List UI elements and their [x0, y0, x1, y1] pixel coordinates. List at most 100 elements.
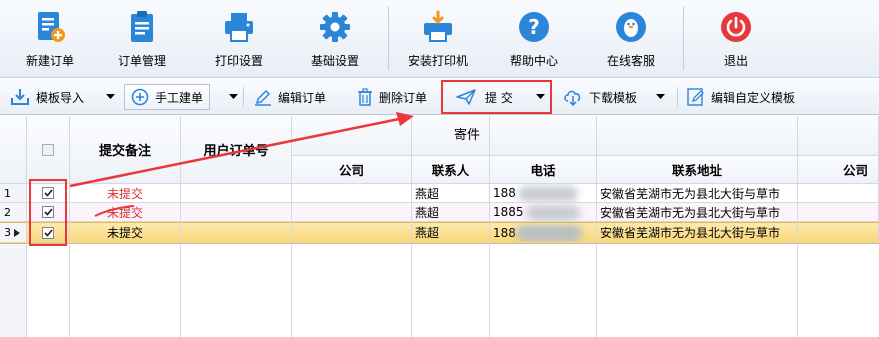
row-select-cell[interactable] — [27, 184, 70, 203]
select-all-cell[interactable] — [27, 116, 70, 184]
col-company-header[interactable]: 公司 — [292, 156, 412, 184]
help-center-button[interactable]: ? 帮助中心 — [494, 6, 574, 74]
chevron-down-icon — [228, 94, 238, 99]
download-template-dropdown[interactable] — [653, 84, 667, 110]
phone-text: 188 — [493, 186, 516, 200]
phone-text: 1885 — [493, 205, 524, 219]
col-user-order-no-header[interactable]: 用户订单号 — [181, 116, 292, 184]
col-contact-header[interactable]: 联系人 — [412, 156, 490, 184]
contact-cell[interactable]: 燕超 — [412, 223, 490, 243]
edit-order-button[interactable]: 编辑订单 — [254, 84, 326, 110]
company-cell[interactable] — [292, 223, 412, 243]
submit-button[interactable]: 提 交 — [456, 84, 513, 110]
contact-cell[interactable]: 燕超 — [412, 203, 490, 222]
contact-text: 燕超 — [415, 226, 440, 240]
grid-line — [489, 116, 490, 337]
row-checkbox[interactable] — [42, 226, 54, 239]
cloud-download-icon — [564, 90, 581, 106]
table-row-selected[interactable]: 3 未提交 燕超 188 安徽省芜湖市无为县北大街与草市 — [0, 222, 879, 244]
new-order-button[interactable]: 新建订单 — [10, 6, 90, 74]
row-header-gutter — [0, 244, 27, 337]
submit-dropdown[interactable] — [533, 84, 547, 110]
grid-line — [69, 116, 70, 337]
template-import-dropdown[interactable] — [103, 84, 117, 110]
user-order-no-cell[interactable] — [181, 203, 292, 222]
remark-cell[interactable]: 未提交 — [70, 203, 181, 222]
address-cell[interactable]: 安徽省芜湖市无为县北大街与草市 — [597, 223, 798, 243]
new-order-label: 新建订单 — [25, 54, 74, 68]
install-printer-icon — [424, 10, 452, 42]
row-checkbox[interactable] — [42, 187, 54, 199]
manual-create-label: 手工建单 — [155, 90, 204, 105]
order-manage-button[interactable]: 订单管理 — [102, 6, 182, 74]
address-cell[interactable]: 安徽省芜湖市无为县北大街与草市 — [597, 184, 798, 203]
phone-cell[interactable]: 1885 — [490, 203, 597, 222]
row-number-text: 3 — [4, 226, 11, 239]
remark-cell[interactable]: 未提交 — [70, 223, 181, 243]
submit-label: 提 交 — [485, 90, 513, 105]
contact-cell[interactable]: 燕超 — [412, 184, 490, 203]
company2-cell[interactable] — [798, 223, 879, 243]
print-settings-label: 打印设置 — [214, 54, 263, 68]
row-checkbox[interactable] — [42, 206, 54, 218]
phone-text: 188 — [493, 225, 516, 240]
ribbon-separator — [683, 6, 684, 70]
row-number: 1 — [0, 184, 27, 203]
address-text: 安徽省芜湖市无为县北大街与草市 — [600, 186, 781, 201]
edit-custom-template-label: 编辑自定义模板 — [711, 90, 796, 105]
select-all-checkbox[interactable] — [42, 143, 54, 156]
send-paper-plane-icon — [456, 89, 476, 105]
table-row[interactable]: 1 未提交 燕超 188 安徽省芜湖市无为县北大街与草市 — [0, 184, 879, 203]
user-order-no-cell[interactable] — [181, 223, 292, 243]
order-manage-label: 订单管理 — [117, 54, 166, 68]
company2-cell[interactable] — [798, 203, 879, 222]
col-user-order-no-label: 用户订单号 — [203, 144, 269, 159]
print-settings-button[interactable]: 打印设置 — [199, 6, 279, 74]
exit-button[interactable]: 退出 — [696, 6, 776, 74]
install-printer-button[interactable]: 安装打印机 — [398, 6, 478, 74]
phone-cell[interactable]: 188 — [490, 223, 597, 243]
col-address-header[interactable]: 联系地址 — [597, 156, 798, 184]
manual-create-dropdown[interactable] — [226, 84, 240, 110]
col-company2-label: 公司 — [842, 163, 868, 178]
redaction-blur — [516, 225, 582, 242]
row-select-cell[interactable] — [27, 223, 70, 243]
row-number-text: 1 — [4, 186, 11, 200]
user-order-no-cell[interactable] — [181, 184, 292, 203]
col-phone-header[interactable]: 电话 — [490, 156, 597, 184]
online-service-button[interactable]: 在线客服 — [591, 6, 671, 74]
phone-cell[interactable]: 188 — [490, 184, 597, 203]
remark-cell[interactable]: 未提交 — [70, 184, 181, 203]
manual-create-button[interactable]: 手工建单 — [124, 84, 211, 110]
col-company2-header[interactable]: 公司 — [798, 156, 879, 184]
edit-custom-template-button[interactable]: 编辑自定义模板 — [687, 84, 795, 110]
pencil-icon — [255, 89, 271, 106]
row-select-cell[interactable] — [27, 203, 70, 222]
order-grid: 提交备注 用户订单号 寄件 公司 联系人 电话 联系地址 公司 1 未提交 燕超… — [0, 116, 879, 337]
main-ribbon: 新建订单 订单管理 打印设置 基础设置 安装打印机 ? 帮助中心 在线客服 退出 — [0, 0, 879, 78]
template-import-button[interactable]: 模板导入 — [10, 84, 84, 110]
remark-text: 未提交 — [106, 186, 143, 201]
address-text: 安徽省芜湖市无为县北大街与草市 — [600, 226, 781, 240]
toolbar: 模板导入 手工建单 编辑订单 删除订单 提 交 下载模板 编辑自定义模板 — [0, 79, 879, 115]
company2-cell[interactable] — [798, 184, 879, 203]
table-row[interactable]: 2 未提交 燕超 1885 安徽省芜湖市无为县北大街与草市 — [0, 203, 879, 222]
company-cell[interactable] — [292, 203, 412, 222]
install-printer-label: 安装打印机 — [407, 54, 468, 68]
svg-text:?: ? — [528, 15, 540, 39]
redaction-blur — [518, 186, 578, 202]
col-remark-header[interactable]: 提交备注 — [70, 116, 181, 184]
col-address-label: 联系地址 — [671, 163, 722, 178]
download-template-label: 下载模板 — [589, 90, 638, 105]
exit-label: 退出 — [723, 54, 748, 68]
delete-order-button[interactable]: 删除订单 — [357, 84, 427, 110]
online-service-label: 在线客服 — [606, 54, 655, 68]
address-cell[interactable]: 安徽省芜湖市无为县北大街与草市 — [597, 203, 798, 222]
company-cell[interactable] — [292, 184, 412, 203]
grid-line — [180, 116, 181, 337]
download-template-button[interactable]: 下载模板 — [563, 84, 637, 110]
help-icon: ? — [519, 12, 549, 42]
import-icon — [11, 89, 29, 105]
row-number: 3 — [0, 223, 27, 243]
basic-settings-button[interactable]: 基础设置 — [295, 6, 375, 74]
